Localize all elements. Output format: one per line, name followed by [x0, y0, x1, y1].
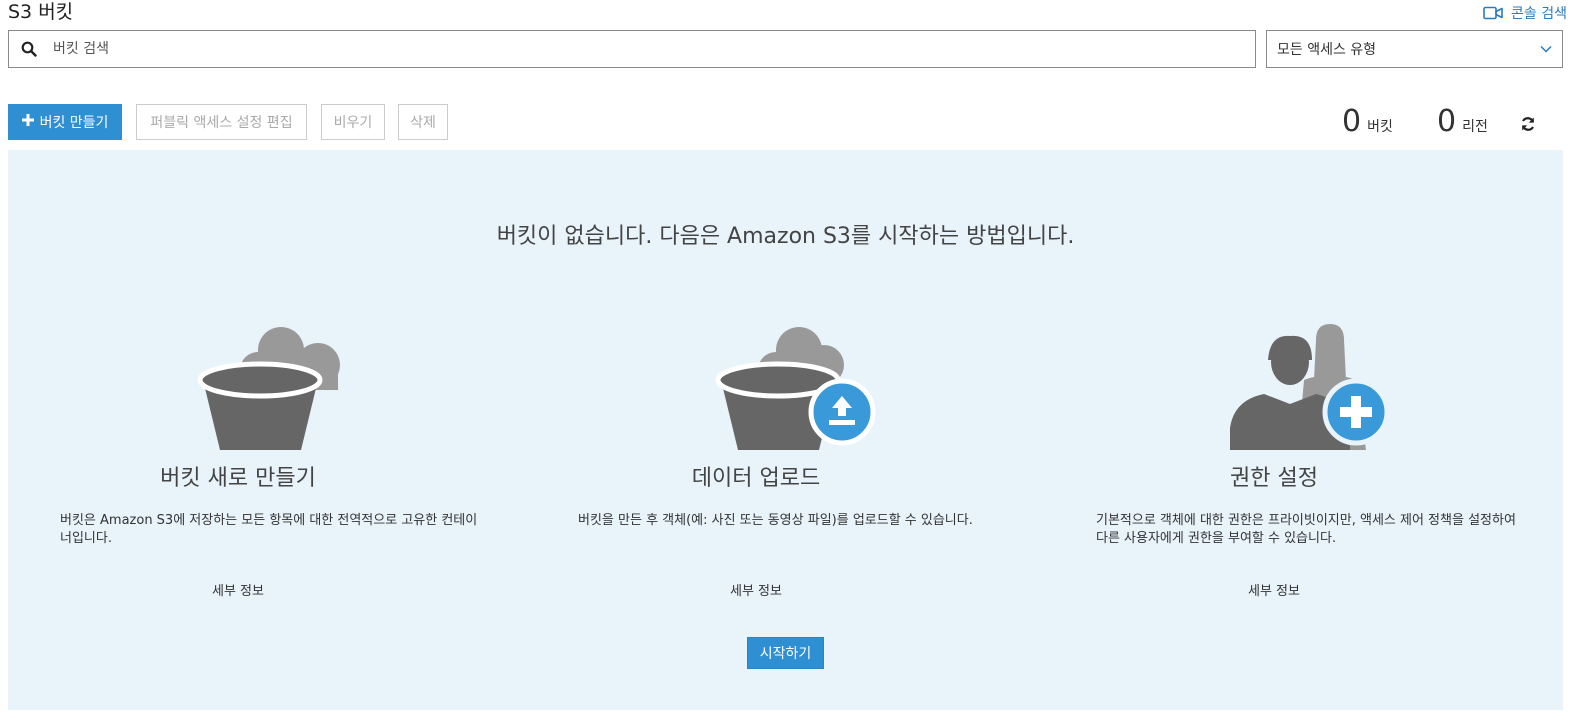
page-title: S3 버킷: [8, 1, 74, 23]
chevron-down-icon: [1540, 41, 1552, 57]
empty-state-panel: 버킷이 없습니다. 다음은 Amazon S3를 시작하는 방법입니다. 버킷 …: [8, 150, 1563, 710]
details-link[interactable]: 세부 정보: [18, 580, 458, 599]
refresh-button[interactable]: [1520, 116, 1536, 136]
bucket-cloud-icon: [18, 320, 458, 450]
bucket-search-box[interactable]: [8, 30, 1256, 68]
access-type-selected: 모든 액세스 유형: [1277, 42, 1377, 58]
console-search-label: 콘솔 검색: [1511, 6, 1567, 22]
region-count-stat: 0 리전: [1437, 104, 1488, 140]
details-link[interactable]: 세부 정보: [536, 580, 976, 599]
card-description: 기본적으로 객체에 대한 권한은 프라이빗이지만, 액세스 제어 정책을 설정하…: [1096, 513, 1516, 546]
card-description: 버킷은 Amazon S3에 저장하는 모든 항목에 대한 전역적으로 고유한 …: [60, 513, 478, 546]
edit-public-access-button[interactable]: 퍼블릭 액세스 설정 편집: [136, 104, 307, 140]
card-title: 권한 설정: [1230, 466, 1318, 491]
refresh-icon: [1520, 117, 1536, 136]
card-description: 버킷을 만든 후 객체(예: 사진 또는 동영상 파일)를 업로드할 수 있습니…: [578, 513, 973, 528]
bucket-count-label: 버킷: [1367, 119, 1393, 135]
users-add-icon: [1054, 320, 1494, 450]
plus-icon: [21, 114, 34, 130]
bucket-count-stat: 0 버킷: [1342, 104, 1393, 140]
create-bucket-button[interactable]: 버킷 만들기: [8, 104, 122, 140]
delete-bucket-button[interactable]: 삭제: [398, 104, 448, 140]
empty-state-headline: 버킷이 없습니다. 다음은 Amazon S3를 시작하는 방법입니다.: [496, 224, 1075, 249]
bucket-count: 0: [1342, 104, 1362, 139]
bucket-upload-icon: [536, 320, 976, 450]
video-icon: [1483, 6, 1503, 20]
empty-bucket-button[interactable]: 비우기: [321, 104, 385, 140]
region-count-label: 리전: [1462, 119, 1488, 135]
card-title: 데이터 업로드: [691, 466, 821, 491]
region-count: 0: [1437, 104, 1457, 139]
console-search-link[interactable]: 콘솔 검색: [1483, 3, 1567, 23]
card-title: 버킷 새로 만들기: [160, 466, 316, 491]
details-link[interactable]: 세부 정보: [1054, 580, 1494, 599]
access-type-select[interactable]: 모든 액세스 유형: [1266, 30, 1563, 68]
create-bucket-label: 버킷 만들기: [39, 115, 109, 131]
get-started-button[interactable]: 시작하기: [747, 637, 824, 669]
search-icon: [9, 41, 49, 57]
bucket-search-input[interactable]: [49, 31, 1255, 67]
